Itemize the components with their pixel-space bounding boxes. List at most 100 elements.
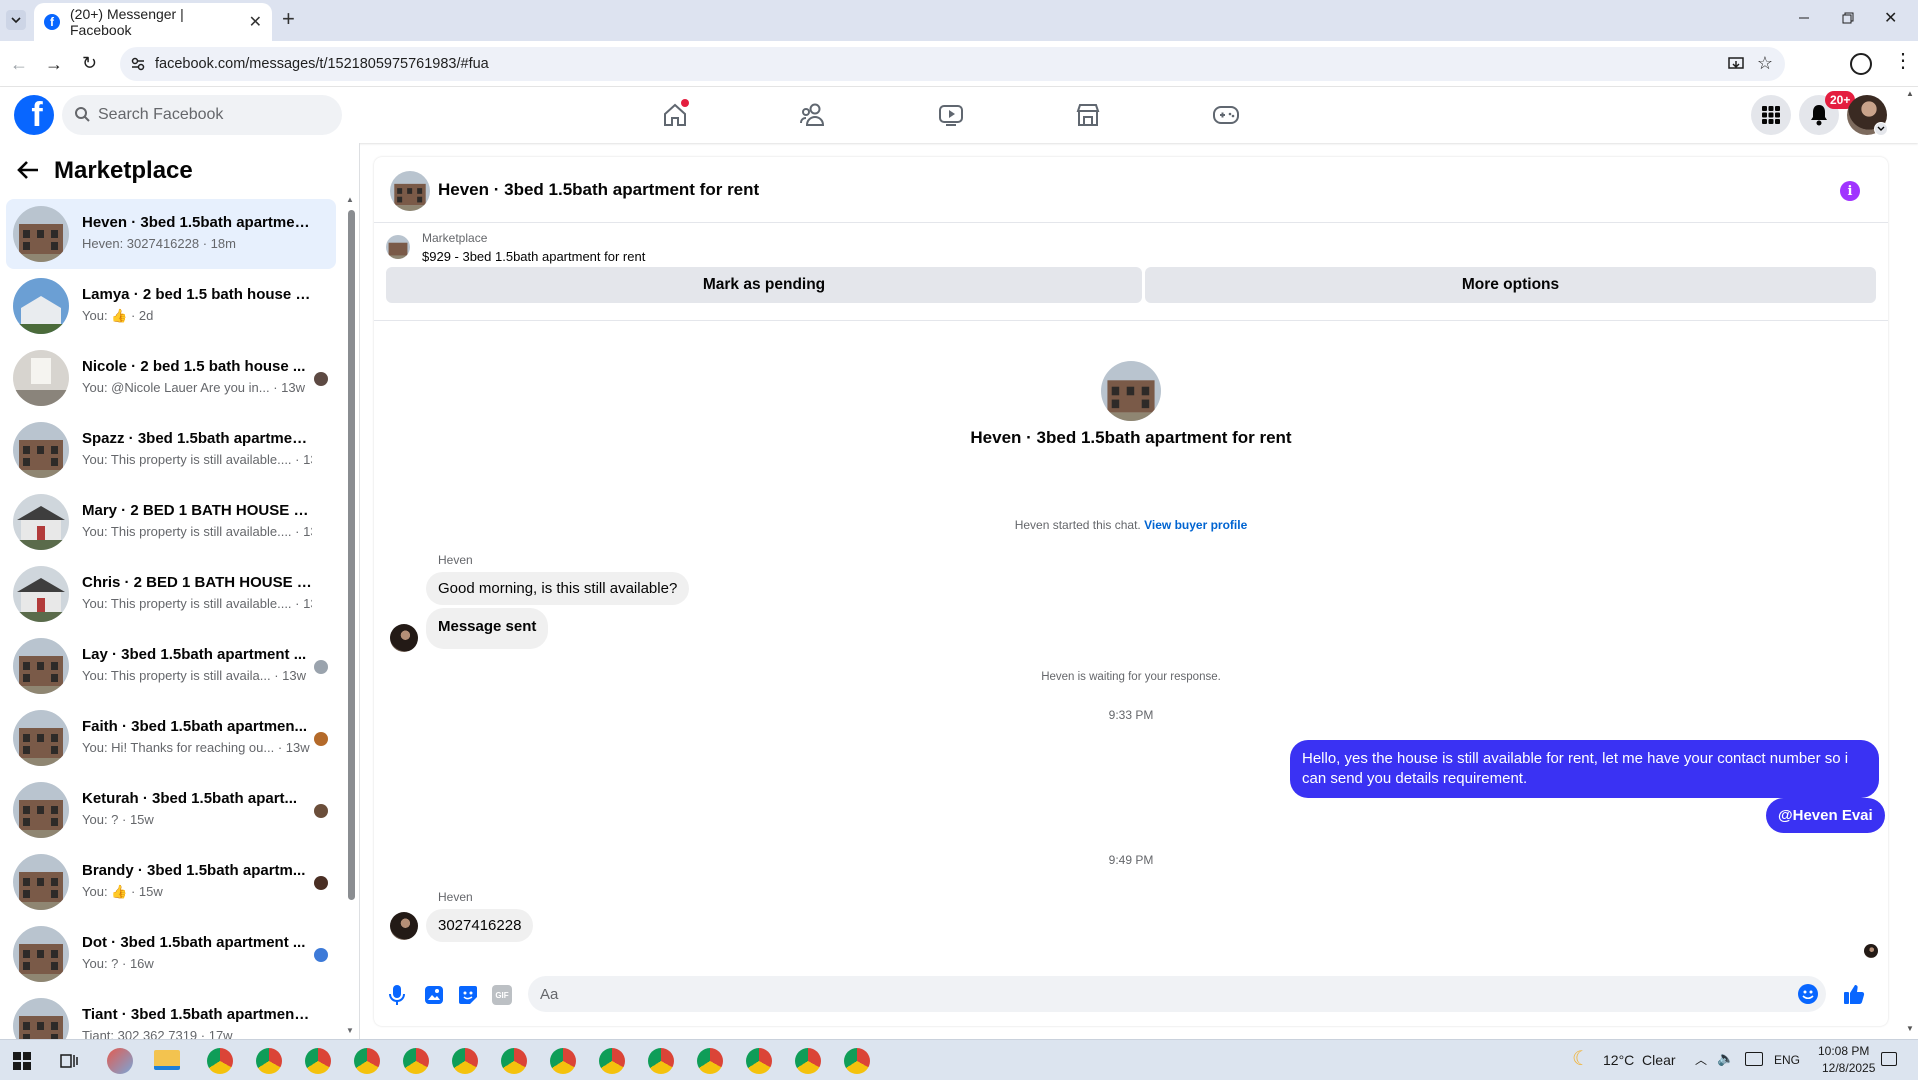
facebook-logo-icon[interactable]: f (14, 95, 54, 135)
intro-thumbnail[interactable] (1101, 361, 1161, 421)
conversation-item[interactable]: Lamya · 2 bed 1.5 bath house for... You: … (6, 271, 336, 341)
message-input[interactable]: Aa (528, 976, 1826, 1012)
chrome-icon[interactable] (648, 1048, 674, 1074)
forward-icon[interactable]: → (45, 54, 63, 75)
clock-date[interactable]: 12/8/2025 (1822, 1061, 1875, 1075)
attach-photo-icon[interactable] (424, 985, 444, 1005)
file-explorer-icon[interactable] (154, 1050, 180, 1070)
sticker-icon[interactable] (458, 985, 478, 1005)
nav-friends-icon[interactable] (793, 97, 833, 133)
outgoing-message[interactable]: Hello, yes the house is still available … (1290, 740, 1879, 798)
close-window-icon[interactable]: ✕ (1884, 8, 1897, 28)
scroll-down-icon[interactable]: ▼ (346, 1026, 354, 1035)
more-options-button[interactable]: More options (1145, 267, 1876, 303)
emoji-icon[interactable] (1798, 984, 1818, 1004)
chat-header-thumbnail[interactable] (390, 171, 430, 211)
conversation-item[interactable]: Faith · 3bed 1.5bath apartmen... You: Hi!… (6, 703, 336, 773)
chat-window: Heven · 3bed 1.5bath apartment for rent … (374, 157, 1888, 1026)
tab-close-icon[interactable]: ✕ (249, 12, 262, 32)
voice-clip-icon[interactable] (388, 984, 406, 1006)
chrome-icon[interactable] (844, 1048, 870, 1074)
listing-title[interactable]: $929 - 3bed 1.5bath apartment for rent (422, 249, 645, 264)
new-tab-icon[interactable]: + (282, 6, 295, 32)
search-placeholder: Search Facebook (98, 106, 224, 123)
conversation-item[interactable]: Keturah · 3bed 1.5bath apart... You: ? · … (6, 775, 336, 845)
gif-icon[interactable]: GIF (492, 985, 512, 1005)
outgoing-mention-message[interactable]: @Heven Evai (1766, 798, 1885, 833)
browser-menu-icon[interactable]: ⋮ (1893, 51, 1913, 71)
site-info-icon[interactable] (130, 56, 146, 72)
weather-text[interactable]: 12°C Clear (1603, 1052, 1676, 1068)
chrome-icon[interactable] (452, 1048, 478, 1074)
incoming-message[interactable]: 3027416228 (426, 909, 534, 942)
back-icon[interactable]: ← (10, 54, 28, 75)
volume-icon[interactable]: 🔈 (1717, 1050, 1734, 1067)
listing-thumbnail (13, 494, 69, 550)
chat-title[interactable]: Heven · 3bed 1.5bath apartment for rent (438, 180, 759, 200)
mark-as-pending-button[interactable]: Mark as pending (386, 267, 1142, 303)
back-arrow-icon[interactable] (16, 159, 40, 181)
search-facebook-input[interactable]: Search Facebook (62, 95, 342, 135)
conversation-item[interactable]: Dot · 3bed 1.5bath apartment ... You: ? ·… (6, 919, 336, 989)
page-scrollbar-up-icon[interactable]: ▲ (1906, 89, 1914, 98)
nav-home-icon[interactable] (655, 97, 695, 133)
chrome-icon[interactable] (746, 1048, 772, 1074)
conversation-item[interactable]: Chris · 2 BED 1 BATH HOUSE FO... You: Thi… (6, 559, 336, 629)
view-buyer-profile-link[interactable]: View buyer profile (1144, 518, 1247, 532)
tab-list-chevron-icon[interactable] (6, 10, 26, 30)
chrome-icon[interactable] (207, 1048, 233, 1074)
reload-icon[interactable]: ↻ (82, 53, 97, 74)
like-thumbs-up-icon[interactable] (1843, 983, 1865, 1005)
nav-watch-icon[interactable] (931, 97, 971, 133)
conversation-preview: You: This property is still available...… (82, 452, 312, 467)
conversation-item[interactable]: Mary · 2 BED 1 BATH HOUSE FO... You: This… (6, 487, 336, 557)
windows-start-icon[interactable] (13, 1052, 31, 1070)
language-indicator[interactable]: ENG (1774, 1053, 1800, 1067)
listing-thumbnail (13, 422, 69, 478)
clock-time[interactable]: 10:08 PM (1818, 1044, 1869, 1058)
home-notification-dot (681, 99, 689, 107)
account-chevron-icon[interactable] (1874, 122, 1888, 136)
conversation-item[interactable]: Heven · 3bed 1.5bath apartment... Heven: … (6, 199, 336, 269)
nav-gaming-icon[interactable] (1206, 97, 1246, 133)
weather-moon-icon[interactable]: ☾ (1572, 1046, 1590, 1071)
chrome-icon[interactable] (305, 1048, 331, 1074)
bookmark-star-icon[interactable]: ☆ (1757, 53, 1773, 74)
scroll-up-icon[interactable]: ▲ (346, 195, 354, 204)
profile-icon[interactable] (1850, 53, 1872, 75)
tray-chevron-icon[interactable]: ︿ (1695, 1051, 1707, 1068)
chrome-icon[interactable] (501, 1048, 527, 1074)
restore-icon[interactable] (1840, 10, 1856, 26)
address-bar[interactable]: facebook.com/messages/t/1521805975761983… (120, 47, 1785, 81)
conversation-info-icon[interactable]: i (1840, 181, 1860, 201)
seen-avatar (314, 372, 328, 386)
page-scroll-down-icon[interactable]: ▼ (1906, 1024, 1914, 1033)
menu-grid-icon[interactable] (1751, 95, 1791, 135)
listing-thumbnail (13, 710, 69, 766)
chrome-icon[interactable] (256, 1048, 282, 1074)
minimize-icon[interactable] (1796, 10, 1812, 26)
incoming-message[interactable]: Good morning, is this still available? (426, 572, 690, 605)
network-icon[interactable] (1745, 1052, 1763, 1066)
sender-avatar[interactable] (390, 624, 418, 652)
conversation-item[interactable]: Nicole · 2 bed 1.5 bath house ... You: @N… (6, 343, 336, 413)
app-icon[interactable] (107, 1048, 133, 1074)
chrome-icon[interactable] (550, 1048, 576, 1074)
conversation-item[interactable]: Brandy · 3bed 1.5bath apartm... You: 👍 · … (6, 847, 336, 917)
chrome-icon[interactable] (599, 1048, 625, 1074)
chrome-icon[interactable] (795, 1048, 821, 1074)
conversation-item[interactable]: Spazz · 3bed 1.5bath apartment ... You: T… (6, 415, 336, 485)
chrome-icon[interactable] (697, 1048, 723, 1074)
install-app-icon[interactable] (1727, 55, 1745, 73)
sender-avatar[interactable] (390, 912, 418, 940)
listing-thumbnail[interactable] (386, 235, 410, 259)
browser-tab[interactable]: f (20+) Messenger | Facebook ✕ (34, 3, 272, 41)
conversation-item[interactable]: Lay · 3bed 1.5bath apartment ... You: Thi… (6, 631, 336, 701)
chrome-icon[interactable] (403, 1048, 429, 1074)
task-view-icon[interactable] (60, 1052, 78, 1070)
nav-marketplace-icon[interactable] (1068, 97, 1108, 133)
incoming-message[interactable]: Message sent (426, 608, 549, 649)
chrome-icon[interactable] (354, 1048, 380, 1074)
conversation-scrollbar[interactable] (348, 210, 355, 900)
notification-center-icon[interactable] (1881, 1052, 1897, 1066)
